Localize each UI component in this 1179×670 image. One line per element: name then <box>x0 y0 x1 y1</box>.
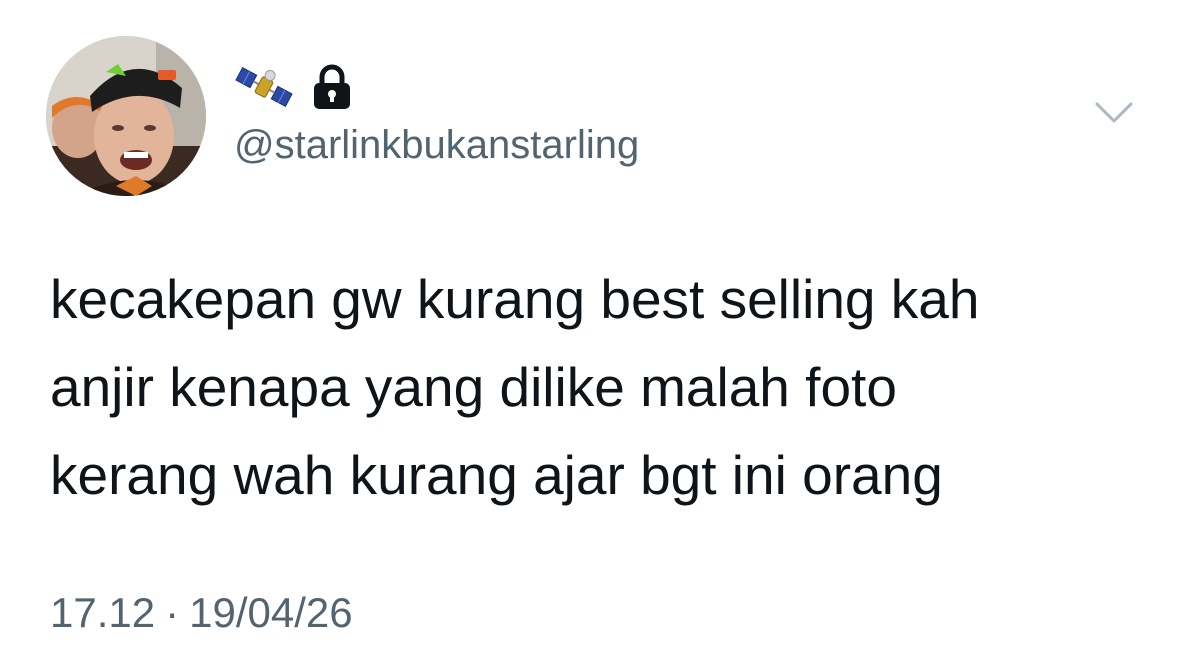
tweet-text: kecakepan gw kurang best selling kah anj… <box>50 255 1150 519</box>
user-handle[interactable]: @starlinkbukanstarling <box>234 120 639 170</box>
tweet-date: 19/04/26 <box>189 589 353 636</box>
meta-separator: · <box>165 589 180 636</box>
tweet-time: 17.12 <box>50 589 156 636</box>
tweet-text-line: anjir kenapa yang dilike malah foto <box>50 356 897 418</box>
tweet-card: @starlinkbukanstarling kecakepan gw kura… <box>0 0 1179 670</box>
satellite-icon <box>234 62 294 112</box>
tweet-text-line: kerang wah kurang ajar bgt ini orang <box>50 444 943 506</box>
chevron-down-icon[interactable] <box>1094 100 1134 126</box>
avatar[interactable] <box>46 36 206 196</box>
lock-icon <box>310 64 354 110</box>
profile-photo-icon <box>46 36 206 196</box>
display-name <box>234 62 354 112</box>
tweet-timestamp[interactable]: 17.12 · 19/04/26 <box>50 587 353 639</box>
tweet-text-line: kecakepan gw kurang best selling kah <box>50 268 980 330</box>
